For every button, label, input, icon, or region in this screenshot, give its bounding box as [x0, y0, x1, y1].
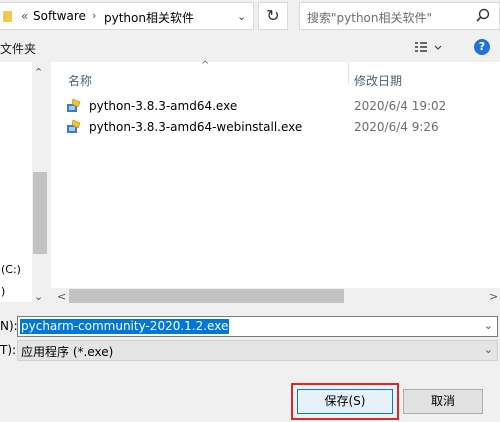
filetype-value: 应用程序 (*.exe)	[21, 345, 114, 359]
refresh-button[interactable]: ↻	[258, 2, 288, 30]
breadcrumb-separator-icon[interactable]: ›	[92, 9, 96, 22]
file-date: 2020/6/4 19:02	[354, 99, 447, 113]
address-bar[interactable]: « Software › python相关软件 ⌄	[0, 2, 254, 30]
filetype-label: T):	[0, 343, 17, 357]
help-icon[interactable]: ?	[474, 39, 490, 55]
chevron-down-icon[interactable]: ⌄	[484, 319, 493, 332]
overflow-chevron[interactable]: «	[21, 9, 28, 23]
breadcrumb-software[interactable]: Software	[33, 9, 86, 23]
scroll-down-icon[interactable]: ⌄	[34, 290, 43, 303]
folder-icon	[3, 11, 12, 22]
column-divider[interactable]	[348, 62, 349, 84]
filename-input[interactable]: pycharm-community-2020.1.2.exe ⌄	[17, 316, 498, 337]
file-name: python-3.8.3-amd64-webinstall.exe	[89, 120, 303, 134]
scroll-left-icon[interactable]: <	[57, 290, 66, 303]
installer-file-icon	[67, 119, 81, 133]
search-icon[interactable]	[476, 8, 490, 22]
refresh-icon: ↻	[266, 6, 280, 25]
scroll-right-icon[interactable]: >	[489, 290, 498, 303]
filetype-select[interactable]: 应用程序 (*.exe) ⌄	[17, 340, 498, 361]
nav-scrollbar-thumb[interactable]	[33, 172, 47, 254]
search-input[interactable]: 搜索"python相关软件"	[299, 2, 500, 30]
column-header-name[interactable]: 名称	[68, 72, 92, 89]
view-options-icon[interactable]	[413, 39, 443, 57]
scroll-up-icon[interactable]: ⌃	[34, 66, 43, 79]
breadcrumb-python-folder[interactable]: python相关软件	[104, 9, 194, 26]
column-header-date[interactable]: 修改日期	[354, 72, 402, 89]
horizontal-scrollbar-thumb[interactable]	[69, 289, 344, 303]
installer-file-icon	[67, 98, 81, 112]
save-button[interactable]: 保存(S)	[297, 389, 393, 414]
file-date: 2020/6/4 9:26	[354, 120, 439, 134]
new-folder-button[interactable]: 文件夹	[0, 40, 36, 57]
cancel-button[interactable]: 取消	[403, 389, 483, 414]
file-row[interactable]: python-3.8.3-amd64-webinstall.exe 2020/6…	[66, 117, 496, 137]
chevron-down-icon[interactable]: ⌄	[484, 343, 493, 356]
filename-label: N):	[0, 319, 18, 333]
search-placeholder: 搜索"python相关软件"	[307, 11, 433, 25]
file-name: python-3.8.3-amd64.exe	[89, 99, 238, 113]
nav-item[interactable]: )	[1, 285, 5, 298]
sort-ascending-icon: ^	[201, 60, 210, 71]
file-row[interactable]: python-3.8.3-amd64.exe 2020/6/4 19:02	[66, 96, 496, 116]
nav-item-drive-c[interactable]: (C:)	[1, 263, 21, 276]
filename-value: pycharm-community-2020.1.2.exe	[20, 319, 230, 334]
chevron-down-icon[interactable]: ⌄	[237, 10, 246, 23]
